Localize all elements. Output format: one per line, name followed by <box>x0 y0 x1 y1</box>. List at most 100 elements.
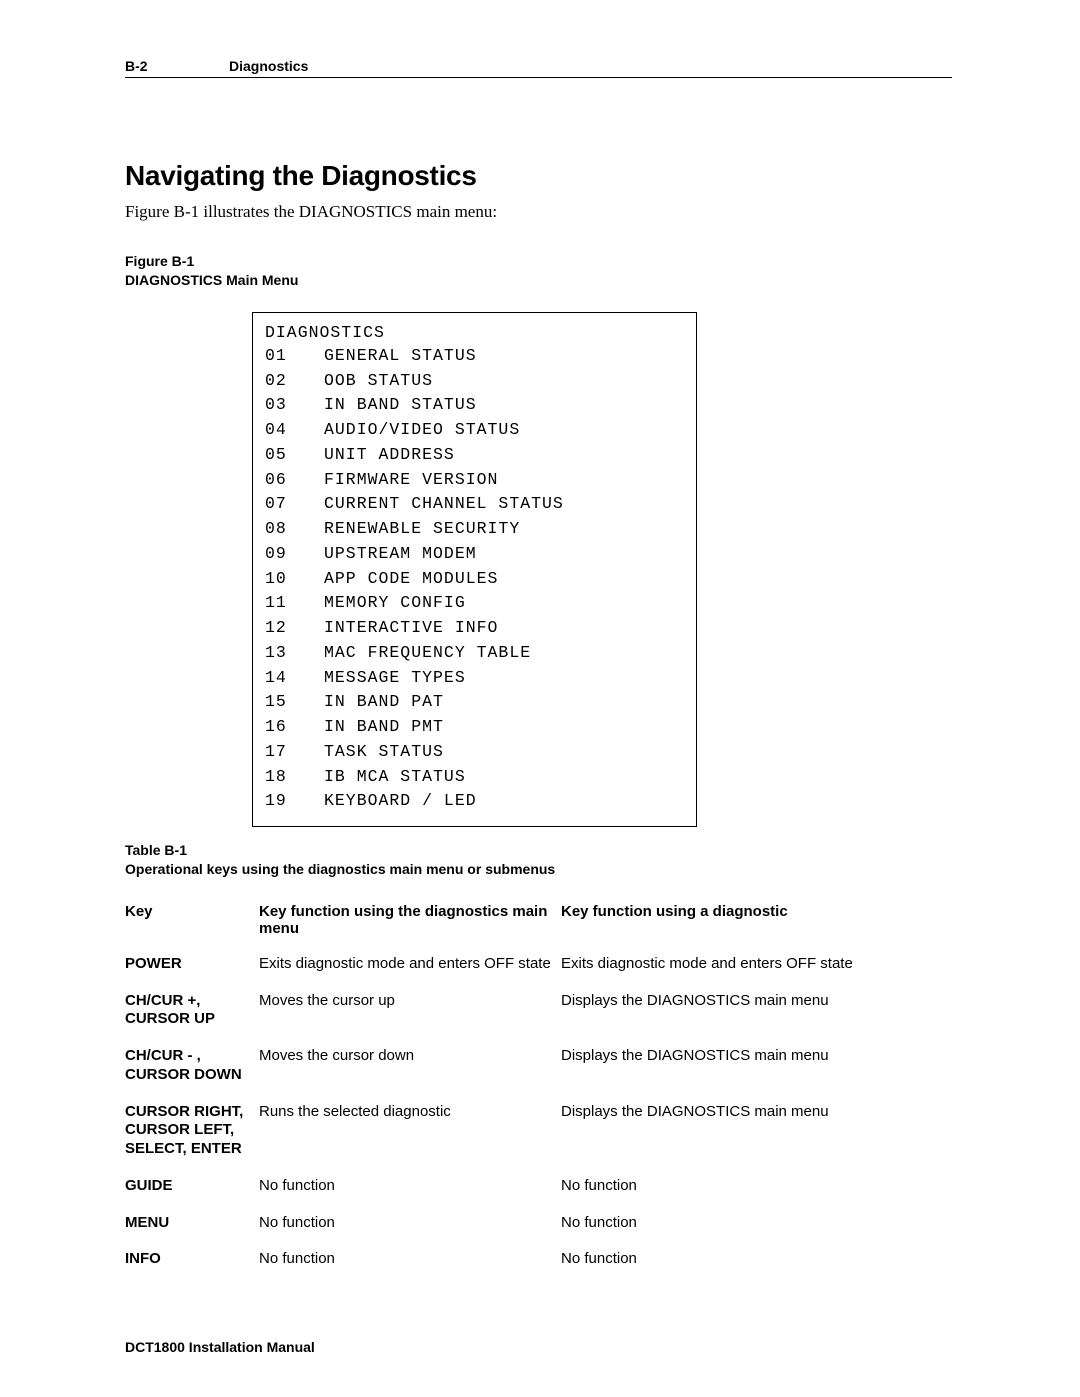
table-label-id: Table B-1 <box>125 842 187 858</box>
key-table-cell-key: CURSOR RIGHT, CURSOR LEFT, SELECT, ENTER <box>125 1103 259 1159</box>
diagnostics-item-label: IN BAND PAT <box>324 690 444 715</box>
diagnostics-menu-item: 13MAC FREQUENCY TABLE <box>265 641 684 666</box>
diagnostics-menu-item: 06FIRMWARE VERSION <box>265 468 684 493</box>
diagnostics-item-label: AUDIO/VIDEO STATUS <box>324 418 520 443</box>
diagnostics-item-number: 13 <box>265 641 324 666</box>
diagnostics-menu-item: 11MEMORY CONFIG <box>265 591 684 616</box>
key-table-cell-key: MENU <box>125 1214 259 1233</box>
diagnostics-menu-item: 05UNIT ADDRESS <box>265 443 684 468</box>
diagnostics-menu-item: 12INTERACTIVE INFO <box>265 616 684 641</box>
key-table-header-key: Key <box>125 903 259 937</box>
header-section-name: Diagnostics <box>229 58 308 74</box>
key-table: Key Key function using the diagnostics m… <box>125 903 952 1269</box>
diagnostics-menu-item: 01GENERAL STATUS <box>265 344 684 369</box>
diagnostics-item-label: GENERAL STATUS <box>324 344 477 369</box>
key-table-header-diag: Key function using a diagnostic <box>561 903 952 937</box>
diagnostics-item-number: 06 <box>265 468 324 493</box>
key-table-cell-diag: No function <box>561 1214 952 1233</box>
diagnostics-item-number: 08 <box>265 517 324 542</box>
key-table-cell-diag: Displays the DIAGNOSTICS main menu <box>561 1047 952 1066</box>
key-table-cell-diag: Displays the DIAGNOSTICS main menu <box>561 1103 952 1122</box>
figure-label-id: Figure B-1 <box>125 253 194 269</box>
key-table-cell-main: No function <box>259 1250 561 1269</box>
diagnostics-menu-item: 15IN BAND PAT <box>265 690 684 715</box>
diagnostics-menu-item: 08RENEWABLE SECURITY <box>265 517 684 542</box>
figure-label: Figure B-1 DIAGNOSTICS Main Menu <box>125 252 952 290</box>
key-table-row: MENUNo functionNo function <box>125 1214 952 1233</box>
diagnostics-menu-item: 03IN BAND STATUS <box>265 393 684 418</box>
diagnostics-menu-item: 14MESSAGE TYPES <box>265 666 684 691</box>
diagnostics-menu-item: 19KEYBOARD / LED <box>265 789 684 814</box>
diagnostics-item-label: INTERACTIVE INFO <box>324 616 498 641</box>
diagnostics-menu-item: 02OOB STATUS <box>265 369 684 394</box>
key-table-cell-key: GUIDE <box>125 1177 259 1196</box>
key-table-cell-main: Moves the cursor down <box>259 1047 561 1066</box>
key-table-cell-diag: No function <box>561 1250 952 1269</box>
diagnostics-menu-title: DIAGNOSTICS <box>265 323 684 342</box>
diagnostics-item-number: 07 <box>265 492 324 517</box>
diagnostics-item-label: UPSTREAM MODEM <box>324 542 477 567</box>
diagnostics-item-number: 16 <box>265 715 324 740</box>
key-table-cell-main: Moves the cursor up <box>259 992 561 1011</box>
diagnostics-item-label: RENEWABLE SECURITY <box>324 517 520 542</box>
diagnostics-item-number: 09 <box>265 542 324 567</box>
table-label-caption: Operational keys using the diagnostics m… <box>125 861 555 877</box>
diagnostics-item-number: 10 <box>265 567 324 592</box>
diagnostics-item-number: 04 <box>265 418 324 443</box>
key-table-cell-main: No function <box>259 1177 561 1196</box>
header-page-number: B-2 <box>125 58 229 74</box>
diagnostics-item-number: 05 <box>265 443 324 468</box>
diagnostics-item-number: 18 <box>265 765 324 790</box>
key-table-row: CURSOR RIGHT, CURSOR LEFT, SELECT, ENTER… <box>125 1103 952 1159</box>
key-table-cell-key: CH/CUR +, CURSOR UP <box>125 992 259 1030</box>
diagnostics-item-label: IN BAND PMT <box>324 715 444 740</box>
key-table-cell-key: CH/CUR - , CURSOR DOWN <box>125 1047 259 1085</box>
diagnostics-item-number: 11 <box>265 591 324 616</box>
key-table-cell-main: Exits diagnostic mode and enters OFF sta… <box>259 955 561 974</box>
diagnostics-menu-box: DIAGNOSTICS 01GENERAL STATUS02OOB STATUS… <box>252 312 697 827</box>
diagnostics-item-label: FIRMWARE VERSION <box>324 468 498 493</box>
diagnostics-item-number: 01 <box>265 344 324 369</box>
figure-label-caption: DIAGNOSTICS Main Menu <box>125 272 298 288</box>
diagnostics-item-label: OOB STATUS <box>324 369 433 394</box>
diagnostics-item-number: 14 <box>265 666 324 691</box>
diagnostics-item-number: 02 <box>265 369 324 394</box>
diagnostics-item-label: APP CODE MODULES <box>324 567 498 592</box>
key-table-cell-main: No function <box>259 1214 561 1233</box>
diagnostics-menu-item: 10APP CODE MODULES <box>265 567 684 592</box>
diagnostics-item-label: IB MCA STATUS <box>324 765 466 790</box>
key-table-cell-main: Runs the selected diagnostic <box>259 1103 561 1122</box>
key-table-row: GUIDENo functionNo function <box>125 1177 952 1196</box>
table-label: Table B-1 Operational keys using the dia… <box>125 841 952 879</box>
diagnostics-item-label: KEYBOARD / LED <box>324 789 477 814</box>
key-table-row: INFONo functionNo function <box>125 1250 952 1269</box>
diagnostics-item-label: MESSAGE TYPES <box>324 666 466 691</box>
key-table-row: CH/CUR +, CURSOR UPMoves the cursor upDi… <box>125 992 952 1030</box>
diagnostics-item-number: 19 <box>265 789 324 814</box>
key-table-cell-diag: Displays the DIAGNOSTICS main menu <box>561 992 952 1011</box>
diagnostics-item-number: 03 <box>265 393 324 418</box>
footer-text: DCT1800 Installation Manual <box>125 1339 315 1355</box>
intro-text: Figure B-1 illustrates the DIAGNOSTICS m… <box>125 202 952 222</box>
page-header: B-2 Diagnostics <box>125 58 952 78</box>
key-table-header-main: Key function using the diagnostics main … <box>259 903 561 937</box>
diagnostics-menu-item: 16IN BAND PMT <box>265 715 684 740</box>
key-table-cell-diag: Exits diagnostic mode and enters OFF sta… <box>561 955 952 974</box>
diagnostics-item-label: TASK STATUS <box>324 740 444 765</box>
key-table-row: POWERExits diagnostic mode and enters OF… <box>125 955 952 974</box>
key-table-header: Key Key function using the diagnostics m… <box>125 903 952 937</box>
diagnostics-item-number: 15 <box>265 690 324 715</box>
diagnostics-menu-item: 07CURRENT CHANNEL STATUS <box>265 492 684 517</box>
diagnostics-menu-item: 18IB MCA STATUS <box>265 765 684 790</box>
diagnostics-item-label: MEMORY CONFIG <box>324 591 466 616</box>
section-title: Navigating the Diagnostics <box>125 160 952 192</box>
diagnostics-item-label: MAC FREQUENCY TABLE <box>324 641 531 666</box>
key-table-cell-key: INFO <box>125 1250 259 1269</box>
key-table-cell-diag: No function <box>561 1177 952 1196</box>
key-table-cell-key: POWER <box>125 955 259 974</box>
diagnostics-item-label: UNIT ADDRESS <box>324 443 455 468</box>
diagnostics-item-number: 17 <box>265 740 324 765</box>
diagnostics-item-label: IN BAND STATUS <box>324 393 477 418</box>
key-table-row: CH/CUR - , CURSOR DOWNMoves the cursor d… <box>125 1047 952 1085</box>
diagnostics-menu-item: 04AUDIO/VIDEO STATUS <box>265 418 684 443</box>
